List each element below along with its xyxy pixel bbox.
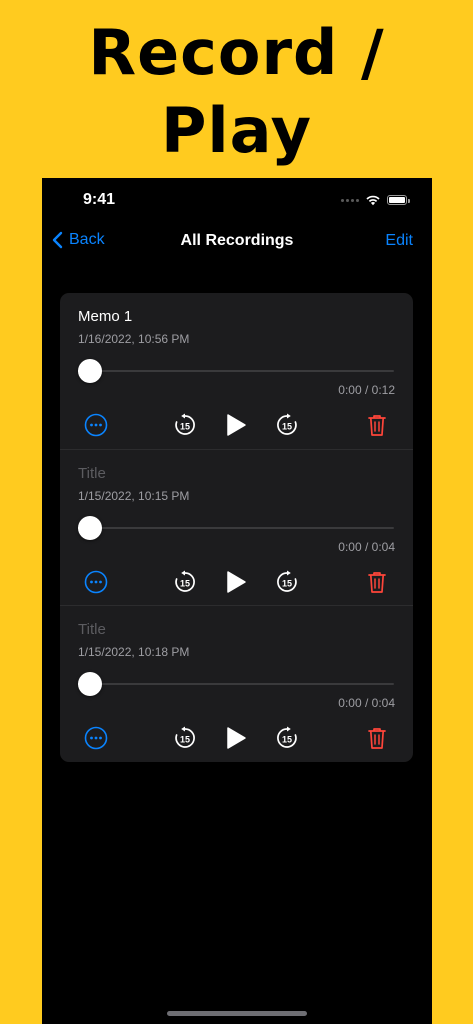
trash-icon <box>368 415 386 436</box>
playback-time: 0:00 / 0:04 <box>338 696 395 710</box>
promo-headline: Record / Play <box>0 14 473 170</box>
gobackward-15-icon: 15 <box>175 413 195 435</box>
goforward-15-icon: 15 <box>277 413 297 435</box>
edit-button[interactable]: Edit <box>385 232 413 250</box>
home-indicator[interactable] <box>167 1011 307 1016</box>
skip-forward-15-button[interactable]: 15 <box>273 411 301 439</box>
svg-text:15: 15 <box>180 578 190 588</box>
navigation-bar: Back All Recordings Edit <box>42 222 432 262</box>
page-title: All Recordings <box>180 232 294 249</box>
ellipsis-circle-icon <box>84 570 108 594</box>
playback-slider[interactable] <box>78 516 394 540</box>
playback-time: 0:00 / 0:04 <box>338 540 395 554</box>
trash-icon <box>368 728 386 749</box>
status-bar: 9:41 <box>42 178 432 222</box>
ellipsis-circle-icon <box>84 413 108 437</box>
recording-title[interactable]: Memo 1 <box>78 308 132 325</box>
phone-screen: 9:41 Back All Recordings Edit Memo 1 1/1… <box>42 178 432 1024</box>
recordings-list: Memo 1 1/16/2022, 10:56 PM 0:00 / 0:12 1… <box>60 293 413 762</box>
battery-icon <box>387 195 410 205</box>
playback-time: 0:00 / 0:12 <box>338 383 395 397</box>
slider-track <box>78 683 394 685</box>
skip-back-15-button[interactable]: 15 <box>171 411 199 439</box>
promo-headline-line2: Play <box>160 94 313 167</box>
more-button[interactable] <box>82 568 110 596</box>
goforward-15-icon: 15 <box>277 726 297 748</box>
playback-slider[interactable] <box>78 359 394 383</box>
cellular-signal-icon <box>341 198 359 202</box>
playback-controls: 15 15 <box>60 411 413 439</box>
play-button[interactable] <box>222 411 250 439</box>
slider-track <box>78 370 394 372</box>
trash-icon <box>368 572 386 593</box>
playback-controls: 15 15 <box>60 568 413 596</box>
ellipsis-circle-icon <box>84 726 108 750</box>
play-icon <box>227 727 246 749</box>
recording-date: 1/15/2022, 10:18 PM <box>78 645 190 659</box>
gobackward-15-icon: 15 <box>175 726 195 748</box>
svg-text:15: 15 <box>282 578 292 588</box>
recording-date: 1/15/2022, 10:15 PM <box>78 489 190 503</box>
status-icons <box>341 194 410 206</box>
delete-button[interactable] <box>363 724 391 752</box>
goforward-15-icon: 15 <box>277 570 297 592</box>
more-button[interactable] <box>82 411 110 439</box>
recording-row: Memo 1 1/16/2022, 10:56 PM 0:00 / 0:12 1… <box>60 293 413 449</box>
skip-forward-15-button[interactable]: 15 <box>273 724 301 752</box>
status-time: 9:41 <box>83 191 116 208</box>
slider-thumb[interactable] <box>78 516 102 540</box>
slider-thumb[interactable] <box>78 672 102 696</box>
play-icon <box>227 571 246 593</box>
wifi-icon <box>366 195 380 206</box>
svg-text:15: 15 <box>180 421 190 431</box>
recording-date: 1/16/2022, 10:56 PM <box>78 332 190 346</box>
recording-title[interactable]: Title <box>78 465 106 482</box>
svg-text:15: 15 <box>282 421 292 431</box>
play-icon <box>227 414 246 436</box>
promo-headline-line1: Record / <box>88 16 385 89</box>
delete-button[interactable] <box>363 411 391 439</box>
playback-slider[interactable] <box>78 672 394 696</box>
more-button[interactable] <box>82 724 110 752</box>
skip-back-15-button[interactable]: 15 <box>171 568 199 596</box>
slider-thumb[interactable] <box>78 359 102 383</box>
delete-button[interactable] <box>363 568 391 596</box>
recording-row: Title 1/15/2022, 10:18 PM 0:00 / 0:04 15… <box>60 605 413 761</box>
play-button[interactable] <box>222 568 250 596</box>
skip-back-15-button[interactable]: 15 <box>171 724 199 752</box>
play-button[interactable] <box>222 724 250 752</box>
gobackward-15-icon: 15 <box>175 570 195 592</box>
slider-track <box>78 527 394 529</box>
svg-text:15: 15 <box>180 734 190 744</box>
skip-forward-15-button[interactable]: 15 <box>273 568 301 596</box>
recording-row: Title 1/15/2022, 10:15 PM 0:00 / 0:04 15… <box>60 449 413 605</box>
recording-title[interactable]: Title <box>78 621 106 638</box>
svg-text:15: 15 <box>282 734 292 744</box>
playback-controls: 15 15 <box>60 724 413 752</box>
